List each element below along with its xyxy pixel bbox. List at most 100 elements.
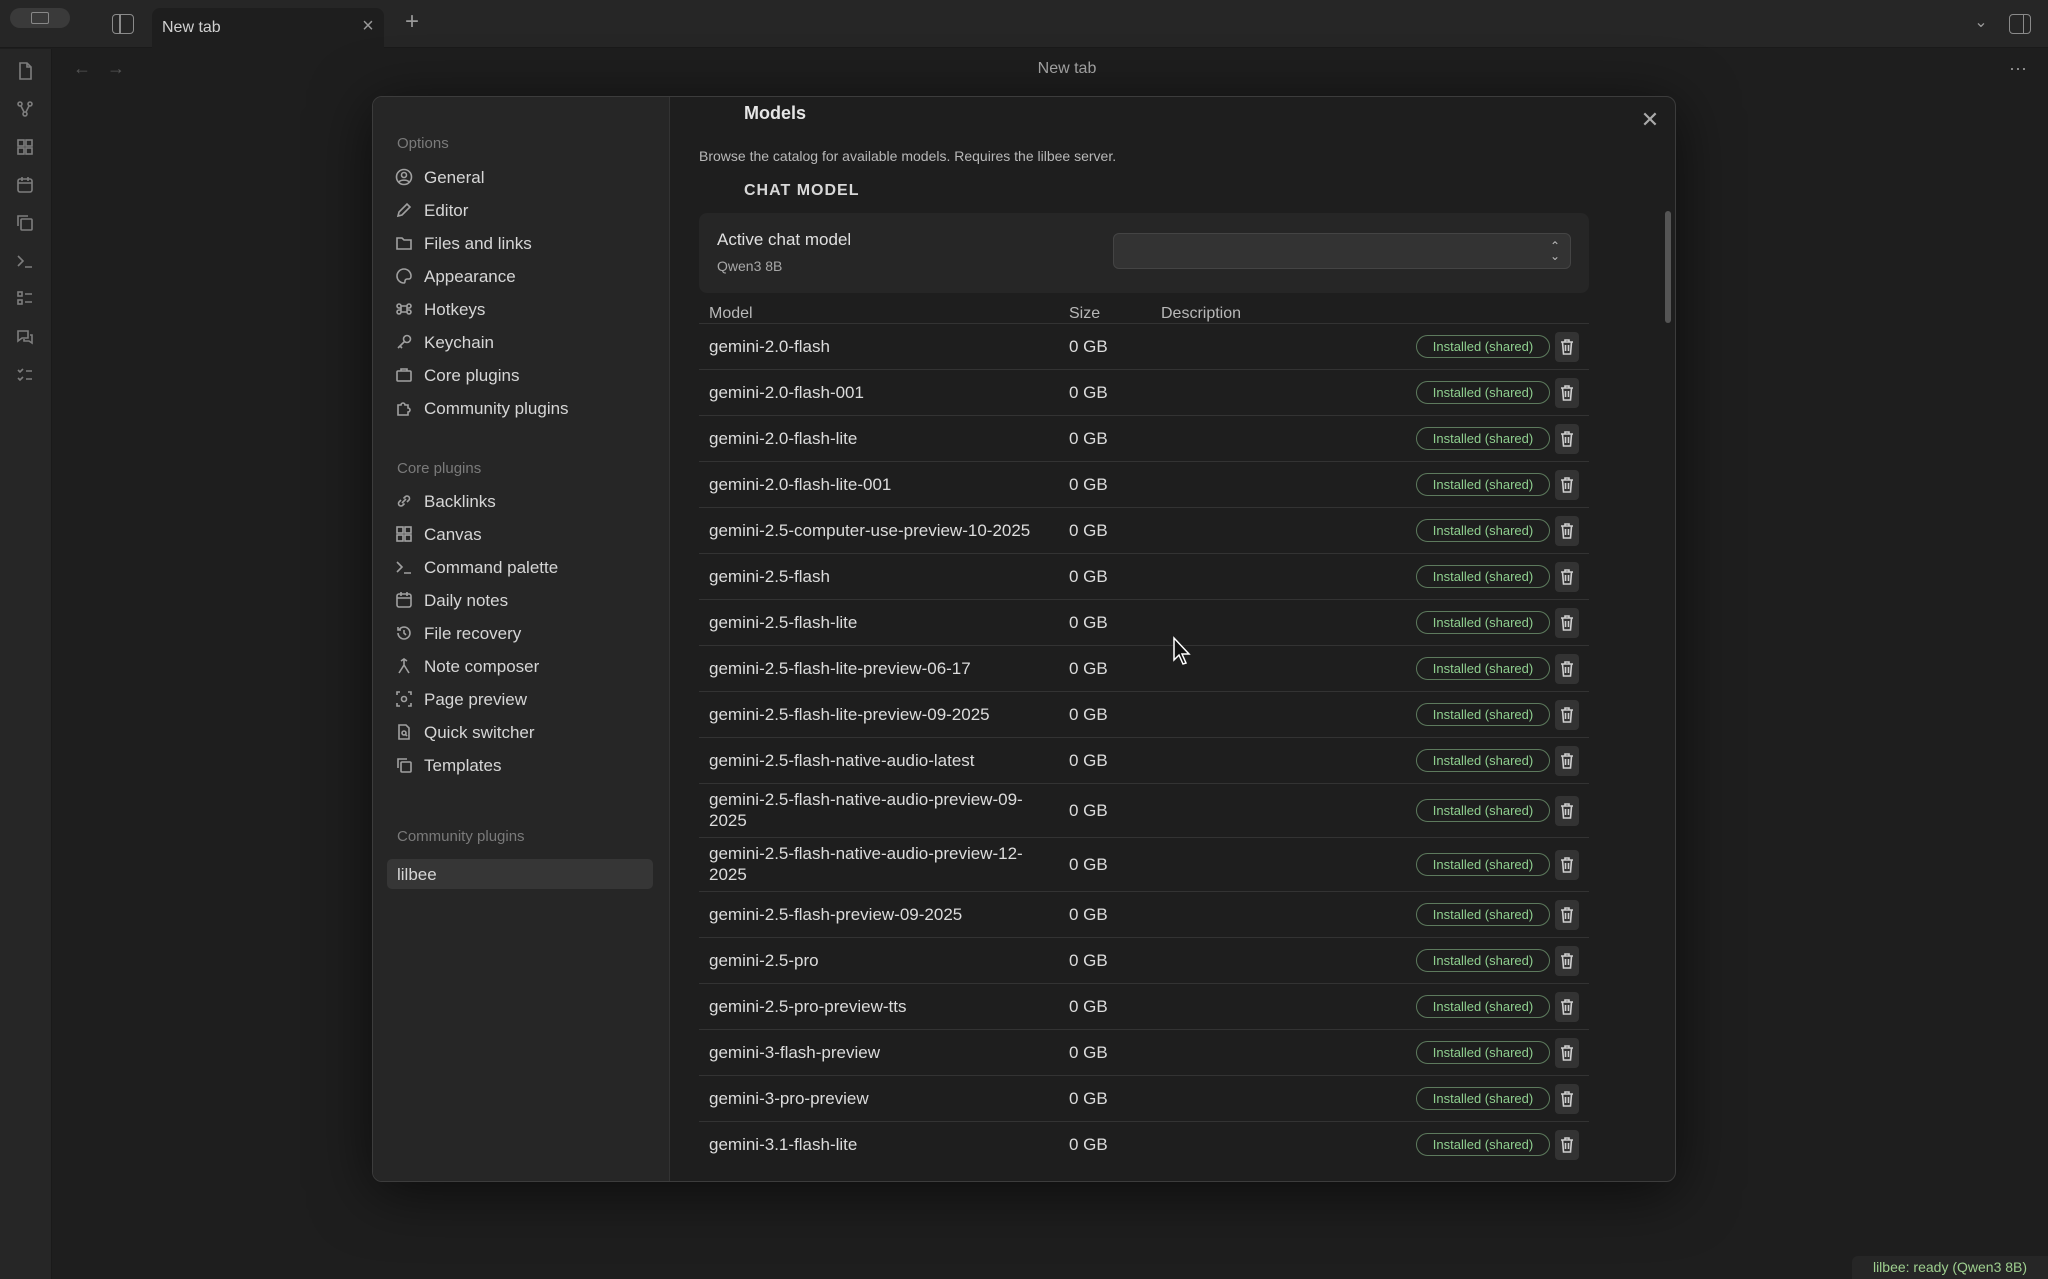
model-size: 0 GB <box>1069 475 1108 494</box>
list-icon[interactable] <box>15 289 35 309</box>
file-search-icon <box>395 723 413 741</box>
sidebar-item-label: Quick switcher <box>424 723 535 742</box>
pencil-icon <box>395 201 413 219</box>
setting-label: Active chat model <box>717 230 852 249</box>
sidebar-heading-core-plugins: Core plugins <box>397 460 482 477</box>
calendar-icon <box>395 591 413 609</box>
delete-model-button[interactable] <box>1555 850 1579 880</box>
sidebar-item-quick-switcher[interactable]: Quick switcher <box>387 717 653 747</box>
sidebar-item-label: Hotkeys <box>424 300 486 319</box>
sidebar-item-label: General <box>424 168 485 187</box>
delete-model-button[interactable] <box>1555 1130 1579 1160</box>
sidebar-item-label: Keychain <box>424 333 494 352</box>
model-name: gemini-2.5-flash-lite <box>709 613 858 632</box>
sidebar-item-file-recovery[interactable]: File recovery <box>387 618 653 648</box>
delete-model-button[interactable] <box>1555 470 1579 500</box>
delete-model-button[interactable] <box>1555 1084 1579 1114</box>
sidebar-item-backlinks[interactable]: Backlinks <box>387 486 653 516</box>
graph-icon[interactable] <box>15 99 35 119</box>
delete-model-button[interactable] <box>1555 608 1579 638</box>
sidebar-item-editor[interactable]: Editor <box>387 195 653 225</box>
right-sidebar-toggle-icon[interactable] <box>2009 14 2031 34</box>
active-chat-model-select[interactable]: ⌃ ⌄ <box>1113 233 1571 269</box>
checklist-icon[interactable] <box>15 365 35 385</box>
table-row: gemini-2.5-flash-native-audio-preview-09… <box>699 783 1589 837</box>
model-size: 0 GB <box>1069 659 1108 678</box>
left-sidebar-toggle-icon[interactable] <box>112 14 134 34</box>
sidebar-item-files-and-links[interactable]: Files and links <box>387 228 653 258</box>
table-row: gemini-2.0-flash-lite-001 0 GB Installed (… <box>699 461 1589 507</box>
sidebar-item-lilbee[interactable]: lilbee <box>387 859 653 889</box>
chat-icon[interactable] <box>15 327 35 347</box>
model-name: gemini-2.5-computer-use-preview-10-2025 <box>709 521 1031 540</box>
delete-model-button[interactable] <box>1555 1038 1579 1068</box>
model-name: gemini-2.5-flash <box>709 567 830 586</box>
copy-icon <box>395 756 413 774</box>
sidebar-item-general[interactable]: General <box>387 162 653 192</box>
status-badge: Installed (shared) <box>1416 853 1550 876</box>
delete-model-button[interactable] <box>1555 796 1579 826</box>
table-row: gemini-2.5-flash-preview-09-2025 0 GB Inst… <box>699 891 1589 937</box>
sidebar-item-label: Command palette <box>424 558 559 577</box>
model-size: 0 GB <box>1069 613 1108 632</box>
tab-list-chevron-icon[interactable]: ⌄ <box>1970 12 1992 34</box>
delete-model-button[interactable] <box>1555 378 1579 408</box>
table-row: gemini-2.0-flash-lite 0 GB Installed (shar… <box>699 415 1589 461</box>
delete-model-button[interactable] <box>1555 700 1579 730</box>
trash-icon <box>1561 1137 1573 1153</box>
sidebar-item-command-palette[interactable]: Command palette <box>387 552 653 582</box>
more-options-icon[interactable]: ··· <box>2006 58 2030 78</box>
tab-new-tab[interactable]: New tab × <box>152 8 384 48</box>
delete-model-button[interactable] <box>1555 992 1579 1022</box>
close-tab-icon[interactable]: × <box>358 16 378 36</box>
sidebar-item-page-preview[interactable]: Page preview <box>387 684 653 714</box>
close-icon[interactable]: ✕ <box>1638 108 1662 132</box>
briefcase-icon <box>395 366 413 384</box>
copy-icon[interactable] <box>15 213 35 233</box>
new-tab-plus-icon[interactable]: + <box>400 10 424 34</box>
status-bar-lilbee[interactable]: lilbee: ready (Qwen3 8B) <box>1852 1256 2048 1279</box>
model-name: gemini-2.0-flash <box>709 337 830 356</box>
model-size: 0 GB <box>1069 337 1108 356</box>
delete-model-button[interactable] <box>1555 746 1579 776</box>
column-header-description: Description <box>1161 305 1242 322</box>
trash-icon <box>1561 569 1573 585</box>
sidebar-item-community-plugins[interactable]: Community plugins <box>387 393 653 423</box>
model-size: 0 GB <box>1069 521 1108 540</box>
sidebar-item-core-plugins[interactable]: Core plugins <box>387 360 653 390</box>
link-icon <box>395 492 413 510</box>
delete-model-button[interactable] <box>1555 562 1579 592</box>
window-switcher-icon[interactable] <box>10 8 70 28</box>
scan-eye-icon <box>395 690 413 708</box>
sidebar-item-keychain[interactable]: Keychain <box>387 327 653 357</box>
sidebar-item-appearance[interactable]: Appearance <box>387 261 653 291</box>
sidebar-heading-community-plugins: Community plugins <box>397 828 525 845</box>
delete-model-button[interactable] <box>1555 424 1579 454</box>
scrollbar-thumb[interactable] <box>1665 211 1671 323</box>
sidebar-item-hotkeys[interactable]: Hotkeys <box>387 294 653 324</box>
model-size: 0 GB <box>1069 905 1108 924</box>
sidebar-item-templates[interactable]: Templates <box>387 750 653 780</box>
user-circle-icon <box>395 168 413 186</box>
sidebar-item-canvas[interactable]: Canvas <box>387 519 653 549</box>
sidebar-item-daily-notes[interactable]: Daily notes <box>387 585 653 615</box>
delete-model-button[interactable] <box>1555 516 1579 546</box>
table-row: gemini-2.5-computer-use-preview-10-2025 0… <box>699 507 1589 553</box>
status-badge: Installed (shared) <box>1416 749 1550 772</box>
sidebar-item-label: Editor <box>424 201 469 220</box>
delete-model-button[interactable] <box>1555 900 1579 930</box>
column-header-size: Size <box>1069 305 1101 322</box>
table-row: gemini-2.5-pro-preview-tts 0 GB Installed … <box>699 983 1589 1029</box>
canvas-icon[interactable] <box>15 137 35 157</box>
delete-model-button[interactable] <box>1555 332 1579 362</box>
terminal-icon[interactable] <box>15 251 35 271</box>
table-row: gemini-2.0-flash 0 GB Installed (shared) <box>699 323 1589 369</box>
model-size: 0 GB <box>1069 705 1108 724</box>
calendar-icon[interactable] <box>15 175 35 195</box>
delete-model-button[interactable] <box>1555 946 1579 976</box>
sidebar-item-label: Backlinks <box>424 492 496 511</box>
sidebar-item-label: Canvas <box>424 525 482 544</box>
trash-icon <box>1561 707 1573 723</box>
delete-model-button[interactable] <box>1555 654 1579 684</box>
sidebar-item-note-composer[interactable]: Note composer <box>387 651 653 681</box>
